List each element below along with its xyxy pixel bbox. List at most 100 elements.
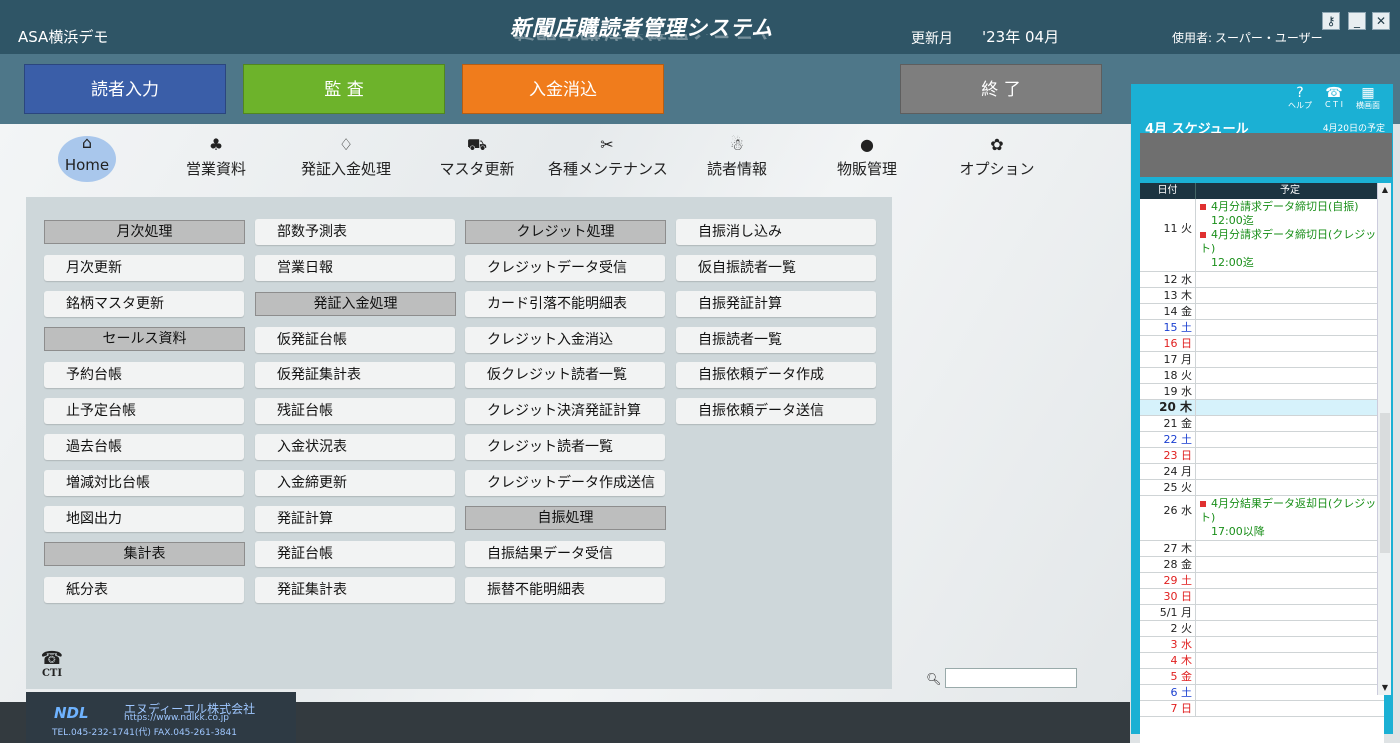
tab-sales-materials[interactable]: ♣ 営業資料: [176, 136, 256, 179]
menu-item[interactable]: 入金締更新: [255, 470, 455, 496]
tab-billing-payment[interactable]: ♢ 発証入金処理: [296, 136, 396, 179]
landscape-button[interactable]: ▦ 横画面: [1353, 86, 1383, 111]
menu-item[interactable]: 自振読者一覧: [676, 327, 876, 353]
schedule-event[interactable]: 4月分請求データ締切日(クレジット) 12:00迄: [1200, 228, 1384, 270]
menu-item[interactable]: 仮自振読者一覧: [676, 255, 876, 281]
tab-merchandise[interactable]: ● 物販管理: [830, 136, 904, 179]
table-row[interactable]: 13 木: [1140, 288, 1384, 304]
minimize-button[interactable]: _: [1348, 12, 1366, 30]
menu-item[interactable]: 予約台帳: [44, 362, 244, 388]
audit-button[interactable]: 監 査: [243, 64, 445, 114]
menu-item[interactable]: 発証計算: [255, 506, 455, 532]
row-date: 27 木: [1140, 541, 1196, 556]
menu-item[interactable]: 過去台帳: [44, 434, 244, 460]
table-row[interactable]: 6 土: [1140, 685, 1384, 701]
row-plan: [1196, 685, 1384, 700]
menu-item[interactable]: 増減対比台帳: [44, 470, 244, 496]
menu-item[interactable]: 自振結果データ受信: [465, 541, 665, 567]
table-row[interactable]: 22 土: [1140, 432, 1384, 448]
menu-item[interactable]: クレジットデータ受信: [465, 255, 665, 281]
table-row[interactable]: 20 木: [1140, 400, 1384, 416]
schedule-table: 日付 予定 11 火 4月分請求データ締切日(自振) 12:00迄 4月分請求データ締…: [1140, 183, 1384, 743]
scroll-thumb[interactable]: [1380, 413, 1390, 553]
table-row[interactable]: 11 火 4月分請求データ締切日(自振) 12:00迄 4月分請求データ締切日(クレジ…: [1140, 199, 1384, 272]
menu-item[interactable]: 自振発証計算: [676, 291, 876, 317]
menu-item[interactable]: クレジット決済発証計算: [465, 398, 665, 424]
menu-item[interactable]: 仮クレジット読者一覧: [465, 362, 665, 388]
menu-item[interactable]: 部数予測表: [255, 219, 455, 245]
tab-master-update[interactable]: ⛟ マスタ更新: [436, 136, 518, 179]
row-plan: [1196, 336, 1384, 351]
row-date: 30 日: [1140, 589, 1196, 604]
menu-item[interactable]: 営業日報: [255, 255, 455, 281]
table-row[interactable]: 27 木: [1140, 541, 1384, 557]
table-row[interactable]: 2 火: [1140, 621, 1384, 637]
table-row[interactable]: 23 日: [1140, 448, 1384, 464]
table-row[interactable]: 3 水: [1140, 637, 1384, 653]
table-row[interactable]: 17 月: [1140, 352, 1384, 368]
tab-reader-info[interactable]: ☃ 読者情報: [700, 136, 774, 179]
table-row[interactable]: 12 水: [1140, 272, 1384, 288]
menu-item[interactable]: 入金状況表: [255, 434, 455, 460]
tab-label: 読者情報: [706, 160, 767, 178]
row-date: 14 金: [1140, 304, 1196, 319]
cti-button[interactable]: ☎ CTI: [40, 650, 64, 680]
table-row[interactable]: 26 水 4月分結果データ返却日(クレジット) 17:00以降: [1140, 496, 1384, 541]
menu-item[interactable]: 仮発証集計表: [255, 362, 455, 388]
table-row[interactable]: 15 土: [1140, 320, 1384, 336]
menu-item[interactable]: 止予定台帳: [44, 398, 244, 424]
table-row[interactable]: 25 火: [1140, 480, 1384, 496]
search-input[interactable]: [945, 668, 1077, 688]
table-row[interactable]: 24 月: [1140, 464, 1384, 480]
payment-reconcile-button[interactable]: 入金消込: [462, 64, 664, 114]
row-plan: [1196, 557, 1384, 572]
scooter-icon: ⛟: [466, 135, 488, 154]
row-date: 6 土: [1140, 685, 1196, 700]
table-row[interactable]: 5/1 月: [1140, 605, 1384, 621]
schedule-scrollbar[interactable]: ▲ ▼: [1377, 183, 1391, 695]
menu-item[interactable]: 残証台帳: [255, 398, 455, 424]
menu-item[interactable]: 自振依頼データ作成: [676, 362, 876, 388]
table-row[interactable]: 29 土: [1140, 573, 1384, 589]
table-row[interactable]: 21 金: [1140, 416, 1384, 432]
menu-item[interactable]: 自振依頼データ送信: [676, 398, 876, 424]
table-row[interactable]: 18 火: [1140, 368, 1384, 384]
exit-button[interactable]: 終 了: [900, 64, 1102, 114]
table-row[interactable]: 16 日: [1140, 336, 1384, 352]
menu-item[interactable]: 地図出力: [44, 506, 244, 532]
menu-item[interactable]: 自振消し込み: [676, 219, 876, 245]
tab-home[interactable]: ⌂ Home: [58, 134, 116, 182]
row-plan: [1196, 384, 1384, 399]
menu-item[interactable]: 月次更新: [44, 255, 244, 281]
menu-item[interactable]: 仮発証台帳: [255, 327, 455, 353]
scroll-down-icon[interactable]: ▼: [1379, 681, 1391, 695]
schedule-event[interactable]: 4月分結果データ返却日(クレジット) 17:00以降: [1200, 497, 1384, 539]
close-button[interactable]: ✕: [1372, 12, 1390, 30]
menu-item[interactable]: 紙分表: [44, 577, 244, 603]
key-icon[interactable]: ⚷: [1322, 12, 1340, 30]
row-date: 12 水: [1140, 272, 1196, 287]
tab-label: 物販管理: [836, 160, 897, 178]
menu-item[interactable]: クレジット読者一覧: [465, 434, 665, 460]
menu-item[interactable]: 発証台帳: [255, 541, 455, 567]
table-row[interactable]: 7 日: [1140, 701, 1384, 717]
menu-item[interactable]: クレジット入金消込: [465, 327, 665, 353]
table-row[interactable]: 4 木: [1140, 653, 1384, 669]
menu-item[interactable]: 振替不能明細表: [465, 577, 665, 603]
table-row[interactable]: 19 水: [1140, 384, 1384, 400]
menu-item[interactable]: カード引落不能明細表: [465, 291, 665, 317]
scroll-up-icon[interactable]: ▲: [1379, 183, 1391, 197]
table-row[interactable]: 5 金: [1140, 669, 1384, 685]
schedule-event[interactable]: 4月分請求データ締切日(自振) 12:00迄: [1200, 200, 1384, 228]
table-row[interactable]: 28 金: [1140, 557, 1384, 573]
menu-item[interactable]: 発証集計表: [255, 577, 455, 603]
reader-input-button[interactable]: 読者入力: [24, 64, 226, 114]
cti-panel-button[interactable]: ☎ C T I: [1319, 86, 1349, 109]
menu-item[interactable]: 銘柄マスタ更新: [44, 291, 244, 317]
help-button[interactable]: ? ヘルプ: [1285, 86, 1315, 111]
table-row[interactable]: 14 金: [1140, 304, 1384, 320]
table-row[interactable]: 30 日: [1140, 589, 1384, 605]
menu-item[interactable]: クレジットデータ作成送信: [465, 470, 665, 496]
tab-options[interactable]: ✿ オプション: [954, 136, 1040, 179]
tab-maintenance[interactable]: ✂ 各種メンテナンス: [548, 136, 668, 179]
